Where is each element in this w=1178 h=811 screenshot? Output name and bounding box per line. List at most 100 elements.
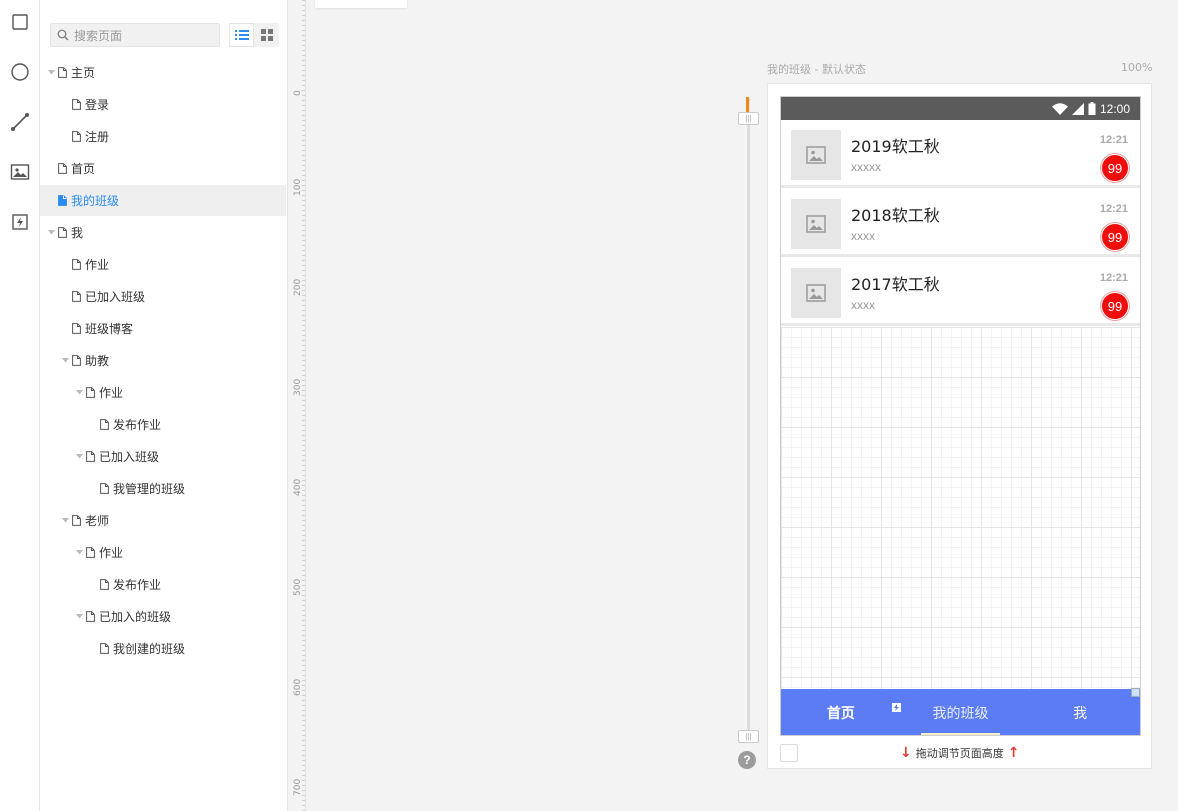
ruler-tick: [302, 220, 305, 221]
ruler-tick: [302, 210, 305, 211]
tree-item[interactable]: 发布作业: [40, 409, 286, 440]
page-search-input[interactable]: 搜索页面: [50, 23, 220, 47]
hotspot-tool[interactable]: [9, 211, 31, 233]
tab-item[interactable]: 我: [1020, 689, 1140, 735]
ruler-tick: [302, 310, 305, 311]
ruler-tick: [302, 35, 305, 36]
ellipse-tool[interactable]: [9, 61, 31, 83]
ruler-tick: [302, 715, 305, 716]
tree-item[interactable]: 我管理的班级: [40, 473, 286, 504]
ruler-tick: [302, 800, 305, 801]
ruler-tick: [302, 520, 305, 521]
ruler-tick: [302, 55, 305, 56]
tree-item[interactable]: 作业: [40, 537, 286, 568]
tree-item[interactable]: 我的班级: [40, 185, 286, 216]
ruler-tick: [302, 305, 305, 306]
ruler-tick: [302, 560, 305, 561]
chevron-down-icon[interactable]: [74, 550, 84, 555]
ruler-tick: [302, 575, 305, 576]
top-drag-handle[interactable]: |||: [738, 112, 759, 125]
ruler-tick: [302, 175, 305, 176]
line-tool[interactable]: [9, 111, 31, 133]
class-card[interactable]: 2018软工秋 xxxx 12:21 99: [781, 190, 1140, 257]
ruler-label: 500: [293, 578, 303, 596]
ruler-tick: [302, 80, 305, 81]
unread-badge: 99: [1101, 223, 1129, 251]
ruler-tick: [302, 200, 305, 201]
tree-item-label: 助教: [85, 354, 110, 368]
grid-view-button[interactable]: [254, 23, 279, 47]
chevron-down-icon[interactable]: [74, 614, 84, 619]
arrow-down-icon: ↓: [900, 745, 912, 761]
tree-item[interactable]: 班级博客: [40, 313, 286, 344]
tree-item[interactable]: 主页: [40, 57, 286, 88]
ruler-tick: [302, 750, 305, 751]
class-card[interactable]: 2019软工秋 xxxxx 12:21 99: [781, 121, 1140, 188]
ruler-tick: [302, 205, 305, 206]
ruler-tick: [302, 605, 305, 606]
ruler-label: 400: [293, 478, 303, 496]
class-card[interactable]: 2017软工秋 xxxx 12:21 99: [781, 259, 1140, 326]
page-icon: [72, 291, 81, 302]
tree-item-label: 已加入班级: [99, 450, 160, 464]
tree-item[interactable]: 已加入班级: [40, 281, 286, 312]
chevron-down-icon[interactable]: [74, 454, 84, 459]
tab-item[interactable]: 首页: [781, 689, 901, 735]
tree-item[interactable]: 注册: [40, 121, 286, 152]
ruler-tick: [302, 675, 305, 676]
ruler-tick: [302, 655, 305, 656]
ruler-tick: [302, 805, 305, 806]
view-toggle: [229, 23, 279, 47]
chevron-down-icon[interactable]: [74, 390, 84, 395]
chevron-down-icon[interactable]: [60, 358, 70, 363]
chevron-down-icon[interactable]: [46, 70, 56, 75]
help-button[interactable]: ?: [738, 751, 756, 769]
list-view-button[interactable]: [229, 23, 254, 47]
tree-item[interactable]: 已加入的班级: [40, 601, 286, 632]
ruler-tick: [302, 725, 305, 726]
tree-item[interactable]: 助教: [40, 345, 286, 376]
fixed-height-checkbox[interactable]: [780, 744, 798, 762]
phone-artboard[interactable]: 12:00 2019软工秋 xxxxx 12:21 99 2018软工秋 xxxx 12:2…: [780, 96, 1141, 736]
ruler-tick: [302, 730, 305, 731]
page-icon: [100, 419, 109, 430]
ruler-tick: [302, 765, 305, 766]
chevron-down-icon[interactable]: [60, 518, 70, 523]
height-slider-marker: [746, 97, 749, 112]
ruler-tick: [302, 300, 305, 301]
tree-item[interactable]: 发布作业: [40, 569, 286, 600]
ruler-tick: [302, 330, 305, 331]
bottom-drag-handle[interactable]: |||: [738, 730, 759, 743]
tree-item[interactable]: 我: [40, 217, 286, 248]
ruler-tick: [302, 260, 305, 261]
page-tree-panel: 搜索页面 主页 登录 注册 首页 我的班级我作业 已加入班级 班级博客 助教 作业 发布作业 已加入…: [40, 0, 288, 811]
tree-item[interactable]: 已加入班级: [40, 441, 286, 472]
resize-hint-text: 拖动调节页面高度: [915, 747, 1004, 760]
rectangle-tool[interactable]: [9, 11, 31, 33]
tree-item[interactable]: 老师: [40, 505, 286, 536]
list-icon: [234, 30, 249, 40]
ruler-tick: [302, 455, 305, 456]
ruler-tick: [302, 755, 305, 756]
chevron-down-icon[interactable]: [46, 230, 56, 235]
tree-item-label: 主页: [71, 66, 96, 80]
ruler-tick: [302, 110, 305, 111]
image-tool[interactable]: [9, 161, 31, 183]
tree-item[interactable]: 登录: [40, 89, 286, 120]
ruler-tick: [302, 535, 305, 536]
ruler-tick: [302, 125, 305, 126]
ruler-tick: [302, 415, 305, 416]
tree-item[interactable]: 作业: [40, 377, 286, 408]
wifi-icon: [1051, 102, 1068, 115]
ruler-tick: [302, 25, 305, 26]
ruler-tick: [302, 370, 305, 371]
tab-item[interactable]: 我的班级: [901, 689, 1021, 735]
tree-item[interactable]: 我创建的班级: [40, 633, 286, 664]
tree-item-label: 我管理的班级: [113, 482, 186, 496]
height-slider-track[interactable]: [747, 98, 750, 743]
image-icon: [10, 164, 30, 180]
tree-item[interactable]: 作业: [40, 249, 286, 280]
tree-item[interactable]: 首页: [40, 153, 286, 184]
ruler-tick: [302, 500, 305, 501]
ruler-tick: [302, 215, 305, 216]
